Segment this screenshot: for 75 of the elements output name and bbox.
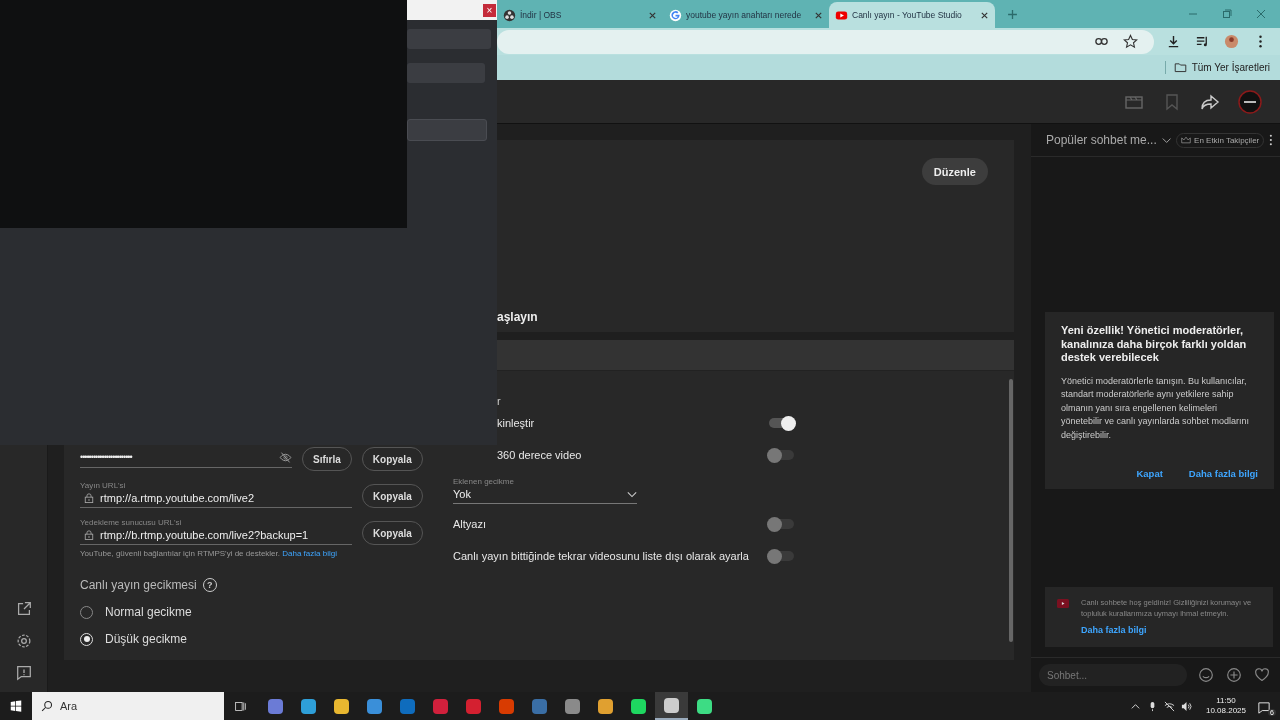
- notification-icon: [1258, 702, 1270, 714]
- input-field[interactable]: [407, 119, 487, 141]
- latency-option[interactable]: Normal gecikme: [80, 605, 430, 619]
- setting-label: Altyazı: [453, 518, 486, 530]
- option-label: Normal gecikme: [105, 605, 192, 619]
- learn-more-link[interactable]: Daha fazla bilgi: [1188, 468, 1258, 479]
- taskbar-search-field[interactable]: Ara: [32, 692, 224, 720]
- setting-label: Canlı yayın bittiğinde tekrar videosunu liste dışı olarak ayarla: [453, 550, 749, 562]
- option-label: Düşük gecikme: [105, 632, 188, 646]
- speaker-icon[interactable]: [1180, 700, 1192, 712]
- learn-more-link[interactable]: Daha fazla bilgi: [282, 549, 337, 558]
- star-icon[interactable]: [1123, 34, 1138, 49]
- toggle-switch[interactable]: [769, 519, 794, 529]
- stream-key-field[interactable]: ••••••••••••••••••••••••: [80, 450, 292, 468]
- latency-title: Canlı yayın gecikmesi: [80, 578, 197, 592]
- channel-avatar-icon[interactable]: [1238, 89, 1262, 114]
- taskbar-app[interactable]: [655, 692, 688, 720]
- input-field[interactable]: [407, 63, 485, 83]
- tip-title: Yeni özellik! Yönetici moderatörler, kanalınıza daha birçok farklı yoldan destek verebilecek: [1061, 324, 1248, 365]
- new-tab-icon[interactable]: [1007, 8, 1018, 20]
- network-off-icon[interactable]: [1163, 700, 1175, 712]
- learn-more-link[interactable]: Daha fazla bilgi: [1081, 625, 1147, 635]
- delay-dropdown[interactable]: Eklenen gecikme Yok: [453, 477, 637, 504]
- field-label: Yayın URL'si: [80, 481, 127, 490]
- profile-avatar-icon[interactable]: [1224, 34, 1239, 49]
- chevron-down-icon[interactable]: [1161, 136, 1172, 144]
- toggle-switch[interactable]: [769, 551, 794, 561]
- close-icon[interactable]: [980, 10, 989, 20]
- hidden-eye-icon[interactable]: [279, 450, 292, 464]
- browser-tab[interactable]: Canlı yayın - YouTube Studio: [829, 2, 995, 28]
- toggle-switch[interactable]: [769, 418, 794, 428]
- rtmps-note: YouTube, güvenli bağlantılar için RTMPS'yi de destekler.: [80, 549, 280, 558]
- chevron-down-icon: [627, 490, 637, 498]
- setting-label: kinleştir: [497, 417, 535, 429]
- clock[interactable]: 11:50 10.08.2025: [1205, 696, 1246, 716]
- dismiss-link[interactable]: Kapat: [1136, 468, 1163, 479]
- obs-logo-icon: [503, 8, 516, 22]
- youtube-logo-icon: [835, 8, 848, 22]
- input-field[interactable]: [407, 29, 491, 49]
- browser-tab[interactable]: İndir | OBS: [497, 2, 663, 28]
- google-logo-icon: [669, 8, 682, 22]
- more-icon[interactable]: [1269, 134, 1273, 146]
- url-field[interactable]: Yayın URL'si rtmp://a.rtmp.youtube.com/live2: [80, 481, 352, 508]
- windows-start-icon[interactable]: [10, 700, 22, 712]
- restore-icon[interactable]: [1222, 9, 1232, 19]
- close-button[interactable]: ×: [483, 3, 496, 17]
- chat-sort-dropdown[interactable]: Popüler sohbet me...: [1046, 133, 1157, 147]
- search-icon: [41, 700, 53, 712]
- youtube-logo-icon: [1057, 599, 1069, 608]
- media-control-icon[interactable]: [1195, 34, 1210, 49]
- toggle-switch[interactable]: [769, 450, 794, 460]
- field-label: Yedekleme sunucusu URL'si: [80, 518, 183, 527]
- crown-icon: [1181, 136, 1192, 144]
- edit-button[interactable]: Düzenle: [921, 158, 988, 185]
- browser-tab[interactable]: youtube yayın anahtarı nerede: [663, 2, 829, 28]
- tip-text: Yönetici moderatörlerle tanışın. Bu kullanıcılar, standart moderatörlerle aynı yetkilere sahip olmanın yanı sıra engellenen kelimeleri yönetebilir ve canlı yayınlarda sohbet modlarını değiştirebilir.: [1061, 374, 1251, 442]
- setting-label: 360 derece video: [497, 449, 582, 461]
- folder-icon: [1173, 61, 1187, 74]
- close-icon[interactable]: [814, 10, 823, 20]
- stream-heading: aşlayın: [497, 310, 538, 324]
- task-view-icon[interactable]: [234, 699, 247, 713]
- scrollbar[interactable]: [1009, 379, 1013, 642]
- lock-icon: [84, 530, 94, 540]
- add-icon[interactable]: [1225, 666, 1243, 684]
- chat-input[interactable]: Sohbet...: [1039, 664, 1187, 686]
- heart-icon[interactable]: [1253, 666, 1271, 684]
- section-title: r: [496, 395, 502, 407]
- lock-icon: [84, 493, 94, 503]
- url-field[interactable]: Yedekleme sunucusu URL'si rtmp://b.rtmp.youtube.com/live2?backup=1: [80, 518, 352, 545]
- emoji-icon[interactable]: [1197, 666, 1215, 684]
- download-icon[interactable]: [1166, 34, 1181, 49]
- latency-option[interactable]: Düşük gecikme: [80, 632, 430, 646]
- bookmarks-folder[interactable]: Tüm Yer İşaretleri: [1164, 61, 1270, 74]
- close-icon[interactable]: [648, 10, 657, 20]
- feedback-icon[interactable]: [14, 664, 33, 682]
